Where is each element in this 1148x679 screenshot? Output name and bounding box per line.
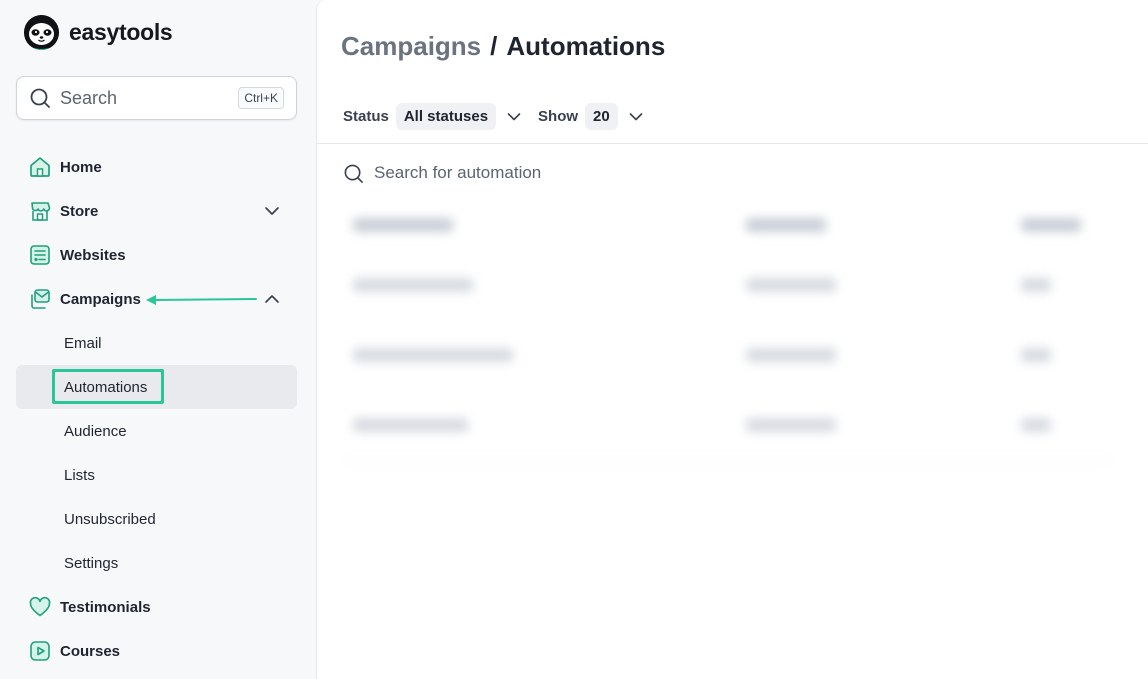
- blurred-cell: [746, 278, 836, 292]
- blurred-cell: [746, 218, 826, 232]
- blurred-cell: [746, 418, 836, 432]
- blurred-cell: [353, 348, 513, 362]
- sidebar-item-courses[interactable]: Courses: [0, 629, 316, 673]
- sidebar-item-store[interactable]: Store: [0, 189, 316, 233]
- sidebar: easytools Search Ctrl+K Home Store Websi…: [0, 0, 316, 679]
- main-panel: Campaigns / Automations Status All statu…: [316, 0, 1148, 679]
- sidebar-nav: Home Store Websites Campaigns Email Auto…: [0, 145, 316, 673]
- global-search[interactable]: Search Ctrl+K: [16, 76, 297, 120]
- websites-icon: [28, 243, 52, 267]
- sidebar-item-label: Store: [60, 202, 99, 220]
- table-row: [341, 336, 1113, 376]
- breadcrumb: Campaigns / Automations: [341, 31, 665, 62]
- blurred-cell: [353, 218, 453, 232]
- blurred-cell: [353, 278, 473, 292]
- sidebar-item-websites[interactable]: Websites: [0, 233, 316, 277]
- show-filter-label: Show: [538, 108, 579, 125]
- search-shortcut-badge: Ctrl+K: [238, 87, 284, 109]
- chevron-down-icon[interactable]: [506, 110, 522, 124]
- sidebar-subitem-label: Lists: [64, 466, 95, 484]
- campaigns-icon: [28, 287, 52, 311]
- search-icon: [30, 88, 50, 108]
- sidebar-subitem-settings[interactable]: Settings: [0, 541, 316, 585]
- search-icon: [344, 164, 363, 183]
- play-icon: [28, 639, 52, 663]
- sidebar-item-testimonials[interactable]: Testimonials: [0, 585, 316, 629]
- app-window: easytools Search Ctrl+K Home Store Websi…: [0, 0, 1148, 679]
- blurred-cell: [1021, 218, 1081, 232]
- sidebar-subitem-label: Settings: [64, 554, 119, 572]
- breadcrumb-separator: /: [490, 31, 498, 61]
- table-row: [341, 266, 1113, 306]
- sidebar-subitem-label: Automations: [64, 378, 148, 396]
- toolbar-divider: [317, 143, 1148, 144]
- sidebar-item-label: Courses: [60, 642, 121, 660]
- blurred-cell: [1021, 278, 1051, 292]
- blurred-automations-table: [341, 206, 1113, 461]
- page-title: Automations: [506, 31, 666, 61]
- sidebar-subitem-label: Audience: [64, 422, 127, 440]
- breadcrumb-parent-link[interactable]: Campaigns: [341, 31, 481, 62]
- sidebar-item-label: Home: [60, 158, 102, 176]
- sidebar-subitem-label: Email: [64, 334, 102, 352]
- sloth-logo-icon: [24, 14, 59, 50]
- blurred-cell: [1021, 418, 1051, 432]
- sidebar-subitem-label: Unsubscribed: [64, 510, 156, 528]
- sidebar-item-home[interactable]: Home: [0, 145, 316, 189]
- brand-name: easytools: [69, 18, 173, 45]
- sidebar-item-label: Campaigns: [60, 290, 141, 308]
- blurred-cell: [746, 348, 836, 362]
- automation-search-placeholder: Search for automation: [374, 163, 542, 182]
- blurred-cell: [353, 418, 468, 432]
- sidebar-subitem-lists[interactable]: Lists: [0, 453, 316, 497]
- sidebar-item-label: Websites: [60, 246, 126, 264]
- automation-search-input[interactable]: Search for automation: [343, 160, 541, 186]
- sidebar-subitem-unsubscribed[interactable]: Unsubscribed: [0, 497, 316, 541]
- annotation-arrow: [146, 295, 257, 305]
- search-label: Search: [60, 87, 118, 108]
- sidebar-subitem-audience[interactable]: Audience: [0, 409, 316, 453]
- sidebar-subitem-automations[interactable]: Automations: [16, 365, 297, 409]
- sidebar-subitem-email[interactable]: Email: [0, 321, 316, 365]
- filter-bar: Status All statuses Show 20: [343, 103, 660, 130]
- brand-logo[interactable]: easytools: [24, 14, 173, 50]
- chevron-down-icon[interactable]: [628, 110, 644, 124]
- blurred-cell: [1021, 348, 1051, 362]
- heart-icon: [28, 595, 52, 619]
- sidebar-item-label: Testimonials: [60, 598, 151, 616]
- chevron-down-icon[interactable]: [263, 203, 281, 219]
- chevron-up-icon[interactable]: [263, 291, 281, 307]
- home-icon: [28, 155, 52, 179]
- status-filter-label: Status: [343, 108, 389, 125]
- table-header-row: [341, 206, 1113, 246]
- table-row: [341, 406, 1113, 446]
- status-filter-select[interactable]: All statuses: [395, 103, 497, 130]
- show-count-select[interactable]: 20: [585, 103, 618, 130]
- store-icon: [28, 199, 52, 223]
